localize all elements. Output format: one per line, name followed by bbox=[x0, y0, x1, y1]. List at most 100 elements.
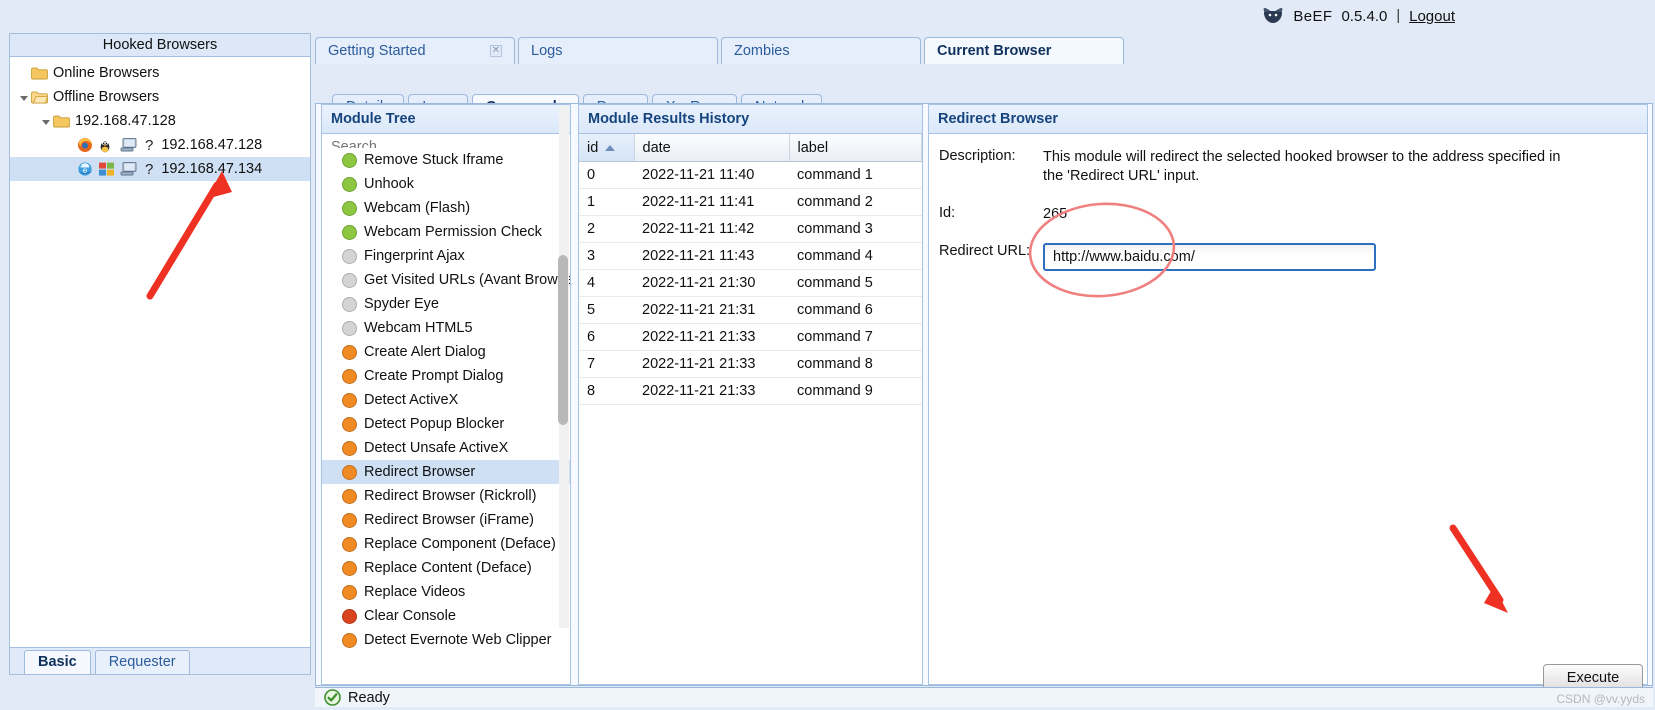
module-status-orange-icon bbox=[342, 392, 357, 408]
redirect-url-label: Redirect URL: bbox=[939, 243, 1031, 259]
module-item-label: Create Alert Dialog bbox=[364, 344, 486, 360]
module-item[interactable]: Webcam HTML5 bbox=[322, 316, 570, 340]
table-row[interactable]: 4 2022-11-21 21:30 command 5 bbox=[579, 269, 922, 297]
column-header-label[interactable]: label bbox=[789, 134, 922, 162]
column-header-label: date bbox=[642, 139, 671, 156]
module-item-label: Replace Component (Deface) bbox=[364, 536, 556, 552]
cell-id: 4 bbox=[579, 269, 634, 297]
top-bar: BeEF 0.5.4.0 | Logout bbox=[0, 0, 1655, 32]
module-status-green-icon bbox=[342, 152, 357, 168]
main-tab-logs[interactable]: Logs bbox=[518, 37, 718, 64]
module-item[interactable]: Webcam Permission Check bbox=[322, 220, 570, 244]
redirect-browser-panel: Redirect Browser Description: This modul… bbox=[928, 104, 1648, 691]
module-item[interactable]: Detect ActiveX bbox=[322, 388, 570, 412]
module-item[interactable]: Redirect Browser (Rickroll) bbox=[322, 484, 570, 508]
main-tab-zombies[interactable]: Zombies bbox=[721, 37, 921, 64]
module-status-green-icon bbox=[342, 200, 357, 216]
module-item[interactable]: Redirect Browser bbox=[322, 460, 570, 484]
module-item[interactable]: Create Prompt Dialog bbox=[322, 364, 570, 388]
module-item[interactable]: Detect Popup Blocker bbox=[322, 412, 570, 436]
cell-date: 2022-11-21 21:30 bbox=[634, 269, 789, 297]
module-item[interactable]: Replace Content (Deface) bbox=[322, 556, 570, 580]
module-item-label: Replace Videos bbox=[364, 584, 466, 600]
tree-node-label: 192.168.47.128 bbox=[161, 137, 263, 153]
check-circle-icon bbox=[324, 689, 341, 706]
tree-node-192-168-47-134[interactable]: e? 192.168.47.134 bbox=[10, 157, 310, 181]
module-item[interactable]: Webcam (Flash) bbox=[322, 196, 570, 220]
sidebar-tab-requester[interactable]: Requester bbox=[94, 650, 190, 674]
tree-node-192-168-47-128[interactable]: ? 192.168.47.128 bbox=[10, 133, 310, 157]
module-item[interactable]: Unhook bbox=[322, 172, 570, 196]
module-list-scrollbar-track[interactable] bbox=[558, 106, 569, 628]
logout-link[interactable]: Logout bbox=[1409, 8, 1455, 25]
module-item[interactable]: Get Visited URLs (Avant Browser) bbox=[322, 268, 570, 292]
module-status-orange-icon bbox=[342, 344, 357, 360]
sidebar-tab-basic[interactable]: Basic bbox=[24, 650, 91, 674]
status-bar: Ready bbox=[315, 687, 1653, 707]
table-row[interactable]: 5 2022-11-21 21:31 command 6 bbox=[579, 296, 922, 324]
cell-id: 5 bbox=[579, 296, 634, 324]
redirect-url-input[interactable] bbox=[1043, 243, 1376, 271]
module-item-label: Replace Content (Deface) bbox=[364, 560, 532, 576]
module-item[interactable]: Remove Stuck Iframe bbox=[322, 148, 570, 172]
module-item-label: Fingerprint Ajax bbox=[364, 248, 465, 264]
monitor-icon bbox=[120, 161, 138, 177]
module-status-green-icon bbox=[342, 224, 357, 240]
module-status-gray-icon bbox=[342, 248, 357, 264]
module-item[interactable]: Clear Console bbox=[322, 604, 570, 628]
folder-icon bbox=[53, 115, 70, 128]
monitor-icon bbox=[120, 137, 138, 153]
module-item-label: Webcam Permission Check bbox=[364, 224, 542, 240]
module-item[interactable]: Redirect Browser (iFrame) bbox=[322, 508, 570, 532]
column-header-date[interactable]: date bbox=[634, 134, 790, 162]
table-row[interactable]: 3 2022-11-21 11:43 command 4 bbox=[579, 242, 922, 270]
module-status-gray-icon bbox=[342, 272, 357, 288]
panel-area: Module Tree Remove Stuck Iframe Unhook Web… bbox=[315, 103, 1653, 691]
chevron-down-icon[interactable] bbox=[20, 95, 28, 101]
main-tab-getting-started[interactable]: Getting Started ✕ bbox=[315, 37, 515, 64]
chevron-down-icon[interactable] bbox=[42, 119, 50, 125]
table-row[interactable]: 0 2022-11-21 11:40 command 1 bbox=[579, 161, 922, 189]
module-item[interactable]: Spyder Eye bbox=[322, 292, 570, 316]
table-row[interactable]: 1 2022-11-21 11:41 command 2 bbox=[579, 188, 922, 216]
cell-label: command 5 bbox=[789, 269, 922, 297]
folder-icon bbox=[31, 67, 48, 80]
module-status-green-icon bbox=[342, 176, 357, 192]
module-item[interactable]: Fingerprint Ajax bbox=[322, 244, 570, 268]
module-item[interactable]: Create Alert Dialog bbox=[322, 340, 570, 364]
module-list[interactable]: Remove Stuck Iframe Unhook Webcam (Flash) W… bbox=[322, 148, 570, 672]
tree-node-label: Offline Browsers bbox=[53, 89, 160, 105]
cell-date: 2022-11-21 11:41 bbox=[634, 188, 789, 216]
column-header-label: id bbox=[587, 139, 599, 156]
tree-node-label: Online Browsers bbox=[53, 65, 160, 81]
browser-ie-icon: e bbox=[76, 161, 94, 177]
module-results-table: id date label 0 2022-11-21 11:40 command 112… bbox=[579, 134, 922, 405]
table-row[interactable]: 2 2022-11-21 11:42 command 3 bbox=[579, 215, 922, 243]
main-tab-current-browser[interactable]: Current Browser bbox=[924, 37, 1124, 64]
tree-node-192-168-47-128[interactable]: 192.168.47.128 bbox=[10, 109, 310, 133]
table-row[interactable]: 6 2022-11-21 21:33 command 7 bbox=[579, 323, 922, 351]
tree-node-offline browsers[interactable]: Offline Browsers bbox=[10, 85, 310, 109]
cell-id: 2 bbox=[579, 215, 634, 243]
svg-text:e: e bbox=[83, 166, 88, 175]
table-row[interactable]: 7 2022-11-21 21:33 command 8 bbox=[579, 350, 922, 378]
module-item[interactable]: Detect Evernote Web Clipper bbox=[322, 628, 570, 652]
cell-label: command 1 bbox=[789, 161, 922, 189]
question-icon: ? bbox=[145, 136, 154, 154]
module-item[interactable]: Replace Component (Deface) bbox=[322, 532, 570, 556]
os-linux-icon bbox=[98, 137, 116, 153]
module-list-scrollbar-thumb[interactable] bbox=[558, 254, 568, 425]
close-icon[interactable]: ✕ bbox=[490, 45, 502, 57]
module-results-panel: Module Results History id date label 0 2022… bbox=[578, 104, 923, 685]
cell-id: 7 bbox=[579, 350, 634, 378]
module-item[interactable]: Detect Unsafe ActiveX bbox=[322, 436, 570, 460]
id-label: Id: bbox=[939, 205, 956, 221]
tree-node-online browsers[interactable]: Online Browsers bbox=[10, 61, 310, 85]
table-row[interactable]: 8 2022-11-21 21:33 command 9 bbox=[579, 377, 922, 405]
cell-label: command 3 bbox=[789, 215, 922, 243]
column-header-id[interactable]: id bbox=[579, 134, 635, 162]
module-status-orange-icon bbox=[342, 488, 357, 504]
question-icon: ? bbox=[145, 160, 154, 178]
cell-id: 3 bbox=[579, 242, 634, 270]
module-item[interactable]: Replace Videos bbox=[322, 580, 570, 604]
